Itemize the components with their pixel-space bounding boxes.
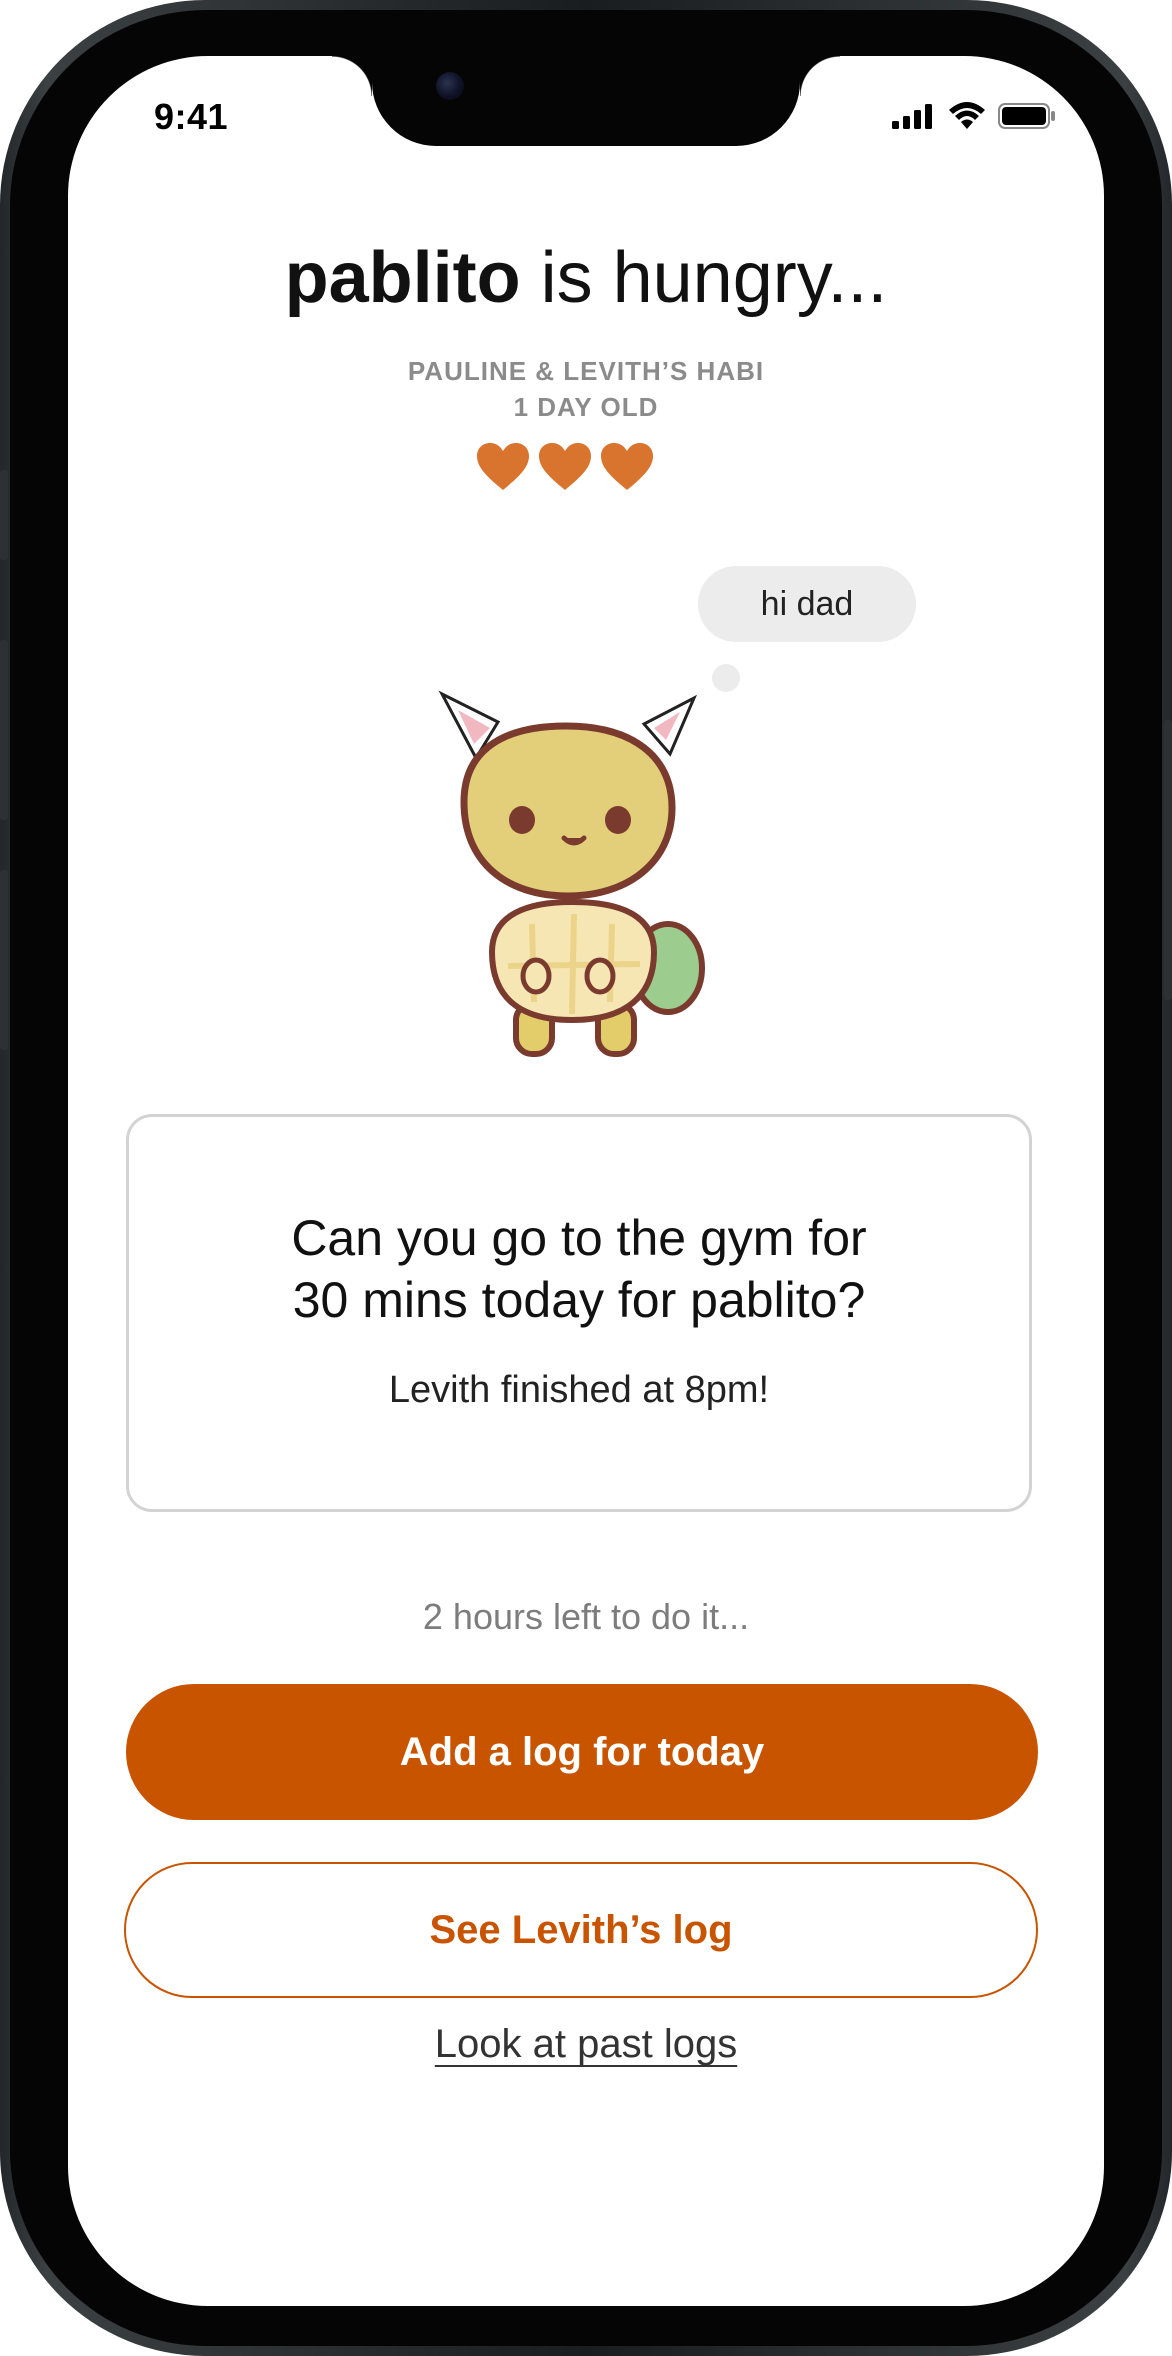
page-title: pablito is hungry...: [68, 242, 1104, 314]
age-label: 1 DAY OLD: [513, 392, 659, 422]
pet-name: pablito: [284, 238, 521, 318]
owners-label: PAULINE & LEVITH’S HABI: [407, 356, 765, 386]
volume-up-button: [0, 640, 8, 820]
past-logs-link-label[interactable]: Look at past logs: [435, 2022, 737, 2066]
volume-down-button: [0, 870, 8, 1050]
countdown-text: 2 hours left to do it...: [422, 1596, 750, 1637]
notch: [332, 56, 840, 146]
pet-mood: is hungry...: [520, 238, 888, 318]
status-icons: [892, 102, 1056, 130]
past-logs-link[interactable]: Look at past logs: [68, 2022, 1104, 2067]
wifi-icon: [949, 102, 985, 129]
signal-icon: [892, 104, 932, 129]
partner-status: Levith finished at 8pm!: [388, 1369, 770, 1411]
app-screen: 9:41 pablito is hungry... PAULINE & LEVI…: [68, 56, 1104, 2306]
task-question: Can you go to the gym for 30 mins today …: [129, 1207, 1029, 1331]
see-partner-log-button[interactable]: See Levith’s log: [124, 1862, 1038, 1998]
task-question-line1: Can you go to the gym for: [291, 1210, 867, 1266]
front-camera: [436, 72, 464, 100]
status-time: 9:41: [154, 96, 229, 137]
task-question-line2: 30 mins today for pablito?: [292, 1272, 866, 1328]
add-log-button[interactable]: Add a log for today: [126, 1684, 1038, 1820]
speech-bubble: hi dad: [698, 566, 916, 642]
heart-icon: [601, 443, 653, 490]
heart-icon: [539, 443, 591, 490]
power-button: [1164, 720, 1172, 1000]
battery-icon: [998, 103, 1055, 129]
task-card: Can you go to the gym for 30 mins today …: [126, 1114, 1032, 1512]
device-mockup: 9:41 pablito is hungry... PAULINE & LEVI…: [0, 0, 1172, 2356]
silent-switch: [0, 470, 8, 560]
health-hearts: [476, 442, 654, 492]
heart-icon: [477, 443, 529, 490]
pet-illustration-icon: [438, 690, 705, 1057]
